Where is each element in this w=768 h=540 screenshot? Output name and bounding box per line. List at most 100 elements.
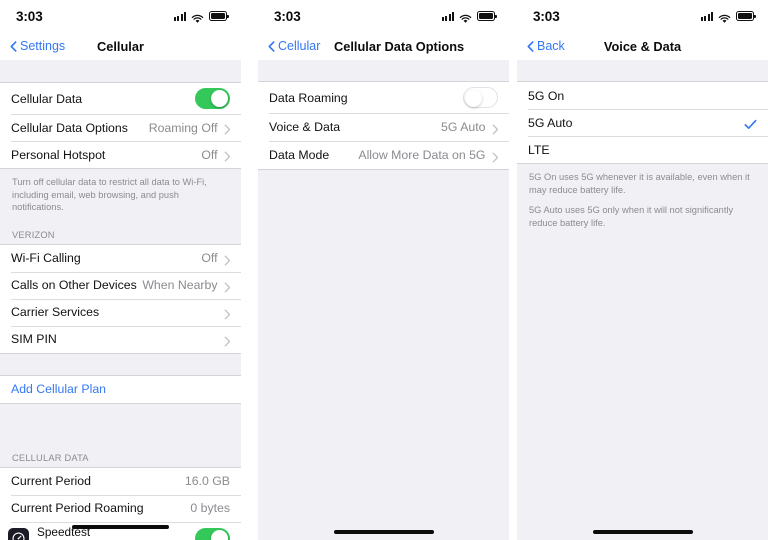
- cellular-signal-icon: [441, 11, 454, 21]
- checkmark-icon: [744, 117, 757, 129]
- toggle-data-roaming[interactable]: [463, 87, 498, 108]
- chevron-left-icon: [10, 40, 17, 52]
- status-bar-icons: [700, 11, 756, 23]
- back-button-generic[interactable]: Back: [527, 39, 565, 53]
- status-bar-panel2: 3:03: [258, 0, 509, 32]
- page-title-panel2: Cellular Data Options: [334, 38, 465, 54]
- chevron-right-icon: [492, 122, 499, 134]
- row-sim-pin[interactable]: SIM PIN: [0, 325, 241, 353]
- status-bar-icons: [173, 11, 229, 23]
- row-personal-hotspot[interactable]: Personal Hotspot Off: [0, 141, 241, 168]
- cellular-signal-icon: [700, 11, 713, 21]
- status-bar-icons: [441, 11, 497, 23]
- group-data-options: Data Roaming Voice & Data 5G Auto Data M…: [258, 81, 509, 170]
- row-current-period-roaming[interactable]: Current Period Roaming 0 bytes: [0, 494, 241, 522]
- row-label: Data Roaming: [269, 90, 348, 105]
- status-bar-panel1: 3:03: [0, 0, 241, 32]
- chevron-left-icon: [268, 40, 275, 52]
- list-top-spacer: [258, 60, 509, 81]
- add-cellular-plan-label: Add Cellular Plan: [11, 382, 107, 397]
- chevron-right-icon: [224, 122, 231, 135]
- settings-list-panel3[interactable]: 5G On 5G Auto LTE 5G On uses 5G whenever…: [517, 60, 768, 540]
- option-5g-auto[interactable]: 5G Auto: [517, 109, 768, 136]
- row-label: Cellular Data Options: [11, 120, 128, 135]
- back-button-label: Settings: [20, 39, 66, 53]
- row-voice-and-data[interactable]: Voice & Data 5G Auto: [258, 113, 509, 141]
- chevron-right-icon: [224, 149, 231, 162]
- toggle-speedtest[interactable]: [195, 528, 230, 540]
- speedtest-app-icon: [8, 528, 29, 540]
- section-header-verizon: VERIZON: [0, 222, 241, 244]
- status-bar-time: 3:03: [16, 8, 43, 24]
- row-label: Personal Hotspot: [11, 147, 106, 162]
- row-label: Current Period: [11, 474, 91, 489]
- back-button-label: Cellular: [278, 39, 321, 53]
- row-cellular-data[interactable]: Cellular Data: [0, 83, 241, 114]
- row-label: Voice & Data: [269, 120, 341, 134]
- option-lte[interactable]: LTE: [517, 136, 768, 163]
- wifi-icon: [459, 11, 472, 23]
- panel-divider-2: [509, 0, 517, 540]
- option-5g-on[interactable]: 5G On: [517, 82, 768, 109]
- row-cellular-data-options[interactable]: Cellular Data Options Roaming Off: [0, 114, 241, 141]
- home-indicator-panel3: [517, 530, 768, 534]
- row-carrier-services[interactable]: Carrier Services: [0, 298, 241, 326]
- footnote-voice-and-data: 5G On uses 5G whenever it is available, …: [517, 164, 768, 239]
- group-cellular-data: Cellular Data Cellular Data Options Roam…: [0, 82, 241, 169]
- gap-before-add-plan: [0, 353, 241, 375]
- row-value: 0 bytes: [190, 501, 230, 516]
- row-data-mode[interactable]: Data Mode Allow More Data on 5G: [258, 141, 509, 169]
- row-label: Carrier Services: [11, 305, 100, 320]
- panel-cellular: 3:03 Settings Cellular Cellular Data Cel…: [0, 0, 241, 540]
- row-wifi-calling[interactable]: Wi-Fi Calling Off: [0, 244, 241, 272]
- row-calls-on-other-devices[interactable]: Calls on Other Devices When Nearby: [0, 271, 241, 299]
- group-add-cellular-plan: Add Cellular Plan: [0, 374, 241, 404]
- chevron-right-icon: [224, 280, 231, 293]
- nav-bar-panel1: Settings Cellular: [0, 32, 241, 60]
- three-panel-screenshot: 3:03 Settings Cellular Cellular Data Cel…: [0, 0, 768, 540]
- toggle-cellular-data[interactable]: [195, 88, 230, 109]
- footnote-text-5g-on: 5G On uses 5G whenever it is available, …: [529, 172, 750, 195]
- row-label: Calls on Other Devices: [11, 278, 137, 293]
- chevron-left-icon: [527, 40, 534, 52]
- section-header-cellular-data: CELLULAR DATA: [0, 445, 241, 467]
- row-value: Allow More Data on 5G: [358, 148, 486, 162]
- row-data-roaming[interactable]: Data Roaming: [258, 82, 509, 113]
- row-current-period[interactable]: Current Period 16.0 GB: [0, 467, 241, 495]
- option-label: LTE: [528, 142, 550, 157]
- nav-bar-panel3: Back Voice & Data: [517, 32, 768, 60]
- row-value: 5G Auto: [441, 120, 486, 134]
- status-bar-time: 3:03: [274, 8, 301, 24]
- status-bar-time: 3:03: [533, 8, 560, 24]
- list-top-spacer: [517, 60, 768, 81]
- row-label: SIM PIN: [11, 332, 57, 347]
- row-value: When Nearby: [142, 278, 218, 293]
- row-value: Off: [201, 251, 218, 266]
- settings-list-panel2[interactable]: Data Roaming Voice & Data 5G Auto Data M…: [258, 60, 509, 540]
- footnote-cellular-data: Turn off cellular data to restrict all d…: [0, 169, 241, 223]
- row-value: 16.0 GB: [184, 474, 230, 489]
- panel-divider-1: [241, 0, 258, 540]
- row-add-cellular-plan[interactable]: Add Cellular Plan: [0, 375, 241, 403]
- group-carrier: Wi-Fi Calling Off Calls on Other Devices…: [0, 243, 241, 354]
- panel-voice-and-data: 3:03 Back Voice & Data 5G On 5G Auto LTE…: [517, 0, 768, 540]
- back-button-cellular[interactable]: Cellular: [268, 39, 320, 53]
- option-label: 5G On: [528, 88, 565, 103]
- battery-icon: [477, 11, 497, 21]
- nav-bar-panel2: Cellular Cellular Data Options: [258, 32, 509, 60]
- row-label: Data Mode: [269, 148, 330, 162]
- group-voice-data-options: 5G On 5G Auto LTE: [517, 81, 768, 164]
- row-value: Roaming Off: [148, 120, 218, 135]
- cellular-signal-icon: [173, 11, 186, 21]
- back-button-settings[interactable]: Settings: [10, 39, 65, 53]
- back-button-label: Back: [537, 39, 565, 53]
- chevron-right-icon: [492, 150, 499, 162]
- home-indicator-panel1: [0, 525, 241, 529]
- row-label: Wi-Fi Calling: [11, 251, 81, 266]
- footnote-text: Turn off cellular data to restrict all d…: [12, 177, 207, 213]
- home-indicator-panel2: [258, 530, 509, 534]
- settings-list-panel1[interactable]: Cellular Data Cellular Data Options Roam…: [0, 60, 241, 540]
- option-label: 5G Auto: [528, 115, 573, 130]
- chevron-right-icon: [224, 253, 231, 266]
- chevron-right-icon: [224, 334, 231, 347]
